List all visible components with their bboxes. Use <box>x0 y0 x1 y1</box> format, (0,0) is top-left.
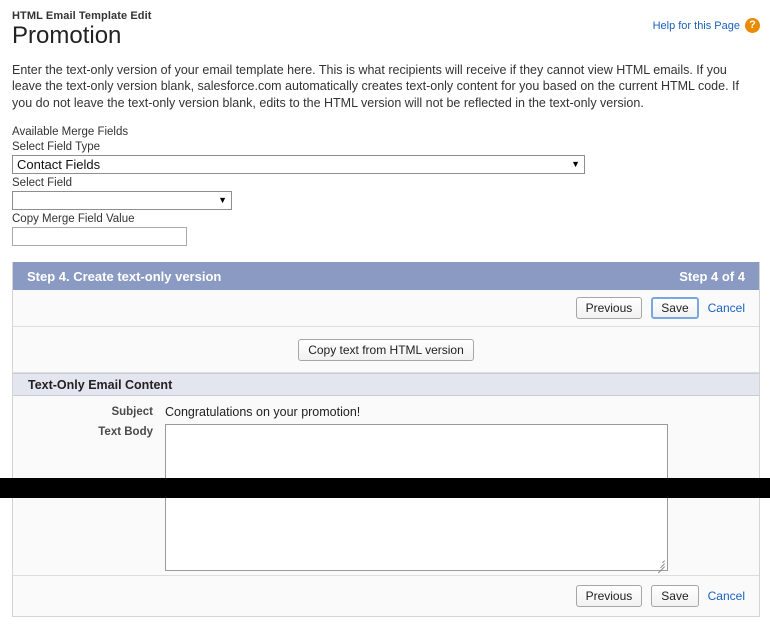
chevron-down-icon: ▼ <box>218 196 231 205</box>
chevron-down-icon: ▼ <box>571 160 584 169</box>
subject-label: Subject <box>13 404 165 420</box>
text-body-label: Text Body <box>13 424 165 440</box>
subject-row: Subject Congratulations on your promotio… <box>13 404 759 420</box>
occlusion-bar <box>0 478 770 498</box>
copy-merge-field-value-label: Copy Merge Field Value <box>12 212 770 227</box>
select-field-type-label: Select Field Type <box>12 140 770 155</box>
help-link-label[interactable]: Help for this Page <box>653 20 740 32</box>
copy-merge-field-value-input[interactable] <box>12 227 187 246</box>
select-field-type-dropdown[interactable]: Contact Fields ▼ <box>12 155 585 174</box>
page-header: HTML Email Template Edit Promotion Help … <box>0 0 770 50</box>
step-header-bar: Step 4. Create text-only version Step 4 … <box>13 262 759 290</box>
page-description: Enter the text-only version of your emai… <box>12 62 760 112</box>
previous-button[interactable]: Previous <box>576 297 643 319</box>
copy-text-from-html-button[interactable]: Copy text from HTML version <box>298 339 474 361</box>
select-field-dropdown[interactable]: ▼ <box>12 191 232 210</box>
cancel-link[interactable]: Cancel <box>708 301 745 315</box>
page-title: Promotion <box>12 23 760 50</box>
help-question-icon[interactable]: ? <box>745 18 760 33</box>
copy-text-row: Copy text from HTML version <box>13 327 759 373</box>
bottom-button-row: Previous Save Cancel <box>13 575 759 616</box>
available-merge-fields-label: Available Merge Fields <box>12 125 770 140</box>
help-for-this-page[interactable]: Help for this Page ? <box>653 18 760 33</box>
resize-handle-icon[interactable] <box>654 557 666 569</box>
available-merge-fields-block: Available Merge Fields Select Field Type… <box>12 125 770 246</box>
previous-button-bottom[interactable]: Previous <box>576 585 643 607</box>
step-panel: Step 4. Create text-only version Step 4 … <box>12 262 760 617</box>
breadcrumb-eyebrow: HTML Email Template Edit <box>12 10 760 22</box>
subject-value: Congratulations on your promotion! <box>165 404 360 420</box>
select-field-label: Select Field <box>12 176 770 191</box>
select-field-type-value: Contact Fields <box>13 157 571 172</box>
cancel-link-bottom[interactable]: Cancel <box>708 589 745 603</box>
step-counter: Step 4 of 4 <box>679 269 745 284</box>
top-button-row: Previous Save Cancel <box>13 290 759 327</box>
save-button[interactable]: Save <box>651 297 698 319</box>
save-button-bottom[interactable]: Save <box>651 585 698 607</box>
text-only-email-content-header: Text-Only Email Content <box>13 373 759 396</box>
step-title: Step 4. Create text-only version <box>27 269 221 284</box>
